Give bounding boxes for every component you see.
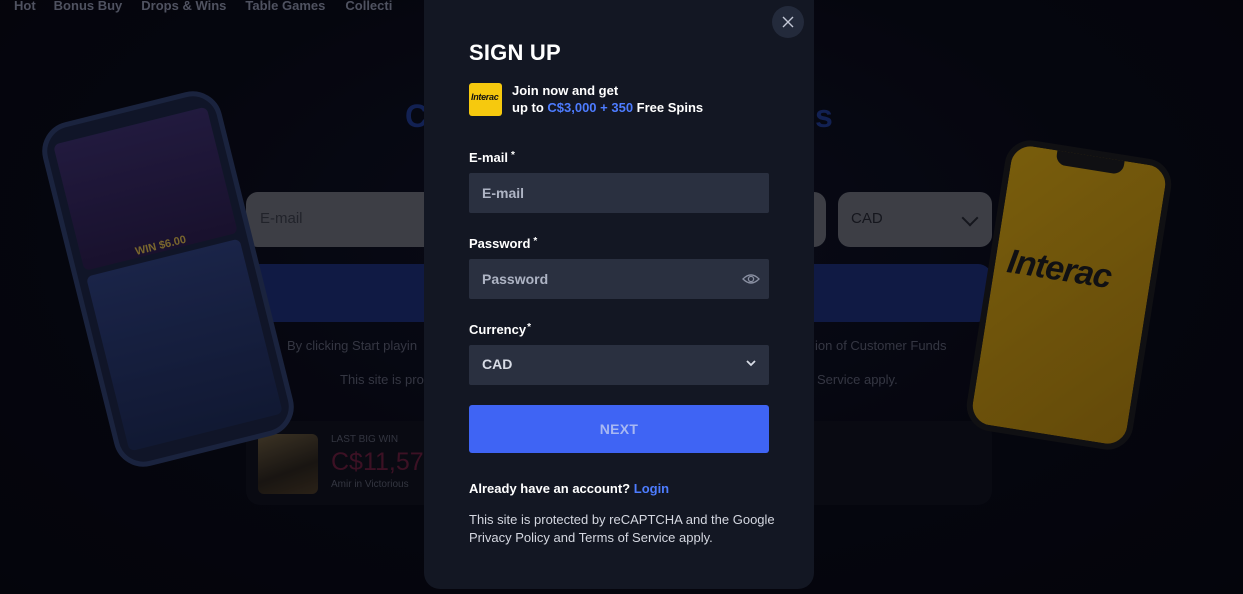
currency-selected-value: CAD xyxy=(482,356,513,372)
promo-line-2: up to C$3,000 + 350 Free Spins xyxy=(512,99,703,116)
recaptcha-notice: This site is protected by reCAPTCHA and … xyxy=(469,512,775,545)
login-prompt: Already have an account? Login xyxy=(469,481,669,496)
modal-title: SIGN UP xyxy=(469,40,561,65)
password-label: Password * xyxy=(469,236,537,251)
promo-line-2-suffix: Free Spins xyxy=(633,100,704,115)
password-required-mark: * xyxy=(533,236,538,247)
promo-line-2-prefix: up to xyxy=(512,100,548,115)
email-label-text: E-mail xyxy=(469,150,509,165)
close-button[interactable] xyxy=(772,6,804,38)
currency-select[interactable]: CAD xyxy=(469,345,769,385)
interac-logo-text: Interac xyxy=(471,92,499,102)
signup-modal: SIGN UP Interac Join now and get up to C… xyxy=(424,0,814,589)
login-link[interactable]: Login xyxy=(634,481,669,496)
currency-label-text: Currency xyxy=(469,322,527,337)
currency-required-mark: * xyxy=(527,322,531,333)
email-field[interactable] xyxy=(469,173,769,213)
promo-line-1: Join now and get xyxy=(512,83,619,98)
password-label-text: Password xyxy=(469,236,531,251)
close-icon xyxy=(782,16,794,28)
email-label: E-mail * xyxy=(469,150,515,165)
promo-banner: Interac Join now and get up to C$3,000 +… xyxy=(469,82,789,118)
interac-logo: Interac xyxy=(469,83,502,116)
next-button[interactable]: NEXT xyxy=(469,405,769,453)
chevron-down-icon xyxy=(746,360,756,367)
email-required-mark: * xyxy=(511,150,515,161)
password-field[interactable] xyxy=(469,259,769,299)
currency-label: Currency* xyxy=(469,322,531,337)
eye-icon[interactable] xyxy=(742,272,760,286)
promo-bonus-amount: C$3,000 + 350 xyxy=(547,100,634,115)
login-prompt-text: Already have an account? xyxy=(469,481,631,496)
promo-text: Join now and get up to C$3,000 + 350 Fre… xyxy=(512,82,703,116)
